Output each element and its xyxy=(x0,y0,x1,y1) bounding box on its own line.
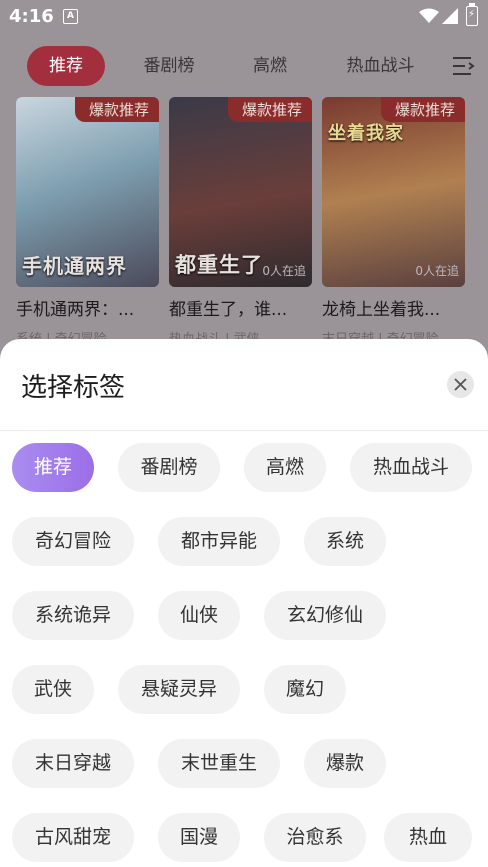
tag-chip[interactable]: 系统 xyxy=(304,517,386,566)
tag-chip[interactable]: 系统诡异 xyxy=(12,591,134,640)
tag-chip-recommend[interactable]: 推荐 xyxy=(12,443,94,492)
cover-title: 坐着我家 xyxy=(328,123,404,144)
status-time: 4:16 xyxy=(9,6,54,27)
tag-chip[interactable]: 末世重生 xyxy=(158,739,280,788)
app-notification-icon: A xyxy=(63,9,78,24)
sheet-divider xyxy=(0,430,488,431)
battery-icon: ⚡ xyxy=(466,3,478,26)
tab-hot-blood-battle[interactable]: 热血战斗 xyxy=(333,46,428,86)
tag-chip[interactable]: 爆款 xyxy=(304,739,386,788)
tag-select-sheet: 选择标签 推荐 番剧榜 高燃 热血战斗 奇幻冒险 都市异能 系统 系统诡异 仙侠… xyxy=(0,339,488,867)
tag-chip[interactable]: 热血 xyxy=(384,813,472,862)
follow-count: 0人在追 xyxy=(415,264,459,278)
category-tabbar: 推荐 番剧榜 高燃 热血战斗 xyxy=(0,44,488,90)
menu-list-icon[interactable] xyxy=(451,54,475,78)
comic-card-row: 爆款推荐 手机通两界 手机通两界：... 系统 | 奇幻冒险 爆款推荐 都重生了… xyxy=(0,97,488,357)
tag-chip[interactable]: 玄幻修仙 xyxy=(264,591,386,640)
comic-card[interactable]: 爆款推荐 都重生了 0人在追 都重生了，谁... 热血战斗 | 武侠 xyxy=(169,97,312,347)
cover-title: 手机通两界 xyxy=(22,254,127,278)
cover-title: 都重生了 xyxy=(175,253,263,277)
tag-chip[interactable]: 古风甜宠 xyxy=(12,813,134,862)
comic-cover: 爆款推荐 都重生了 0人在追 xyxy=(169,97,312,287)
tab-high-energy[interactable]: 高燃 xyxy=(240,46,300,86)
comic-name: 都重生了，谁... xyxy=(169,300,288,320)
hot-recommend-badge: 爆款推荐 xyxy=(74,97,159,122)
tag-chip[interactable]: 魔幻 xyxy=(264,665,346,714)
tag-chip[interactable]: 高燃 xyxy=(244,443,326,492)
comic-name: 龙椅上坐着我... xyxy=(322,300,441,320)
tag-chip[interactable]: 热血战斗 xyxy=(350,443,472,492)
comic-card[interactable]: 爆款推荐 坐着我家 0人在追 龙椅上坐着我... 末日穿越 | 奇幻冒险 xyxy=(322,97,465,347)
comic-cover: 爆款推荐 坐着我家 0人在追 xyxy=(322,97,465,287)
comic-name: 手机通两界：... xyxy=(16,300,135,320)
tab-recommend[interactable]: 推荐 xyxy=(27,46,105,86)
close-button[interactable] xyxy=(447,371,474,398)
tag-chip[interactable]: 仙侠 xyxy=(158,591,240,640)
tag-chip[interactable]: 奇幻冒险 xyxy=(12,517,134,566)
close-icon xyxy=(454,378,467,391)
tag-chip[interactable]: 末日穿越 xyxy=(12,739,134,788)
status-bar: 4:16 A ⚡ xyxy=(0,0,488,34)
comic-cover: 爆款推荐 手机通两界 xyxy=(16,97,159,287)
hot-recommend-badge: 爆款推荐 xyxy=(227,97,312,122)
tag-chip[interactable]: 治愈系 xyxy=(264,813,366,862)
tag-chip[interactable]: 都市异能 xyxy=(158,517,280,566)
sheet-title: 选择标签 xyxy=(21,373,126,403)
tab-anime-ranking[interactable]: 番剧榜 xyxy=(129,46,209,86)
follow-count: 0人在追 xyxy=(262,264,306,278)
tag-chip[interactable]: 番剧榜 xyxy=(118,443,220,492)
tag-chip[interactable]: 悬疑灵异 xyxy=(118,665,240,714)
wifi-icon xyxy=(419,8,439,23)
comic-card[interactable]: 爆款推荐 手机通两界 手机通两界：... 系统 | 奇幻冒险 xyxy=(16,97,159,347)
tag-chip[interactable]: 武侠 xyxy=(12,665,94,714)
cell-signal-icon xyxy=(442,8,458,24)
tag-chip[interactable]: 国漫 xyxy=(158,813,240,862)
